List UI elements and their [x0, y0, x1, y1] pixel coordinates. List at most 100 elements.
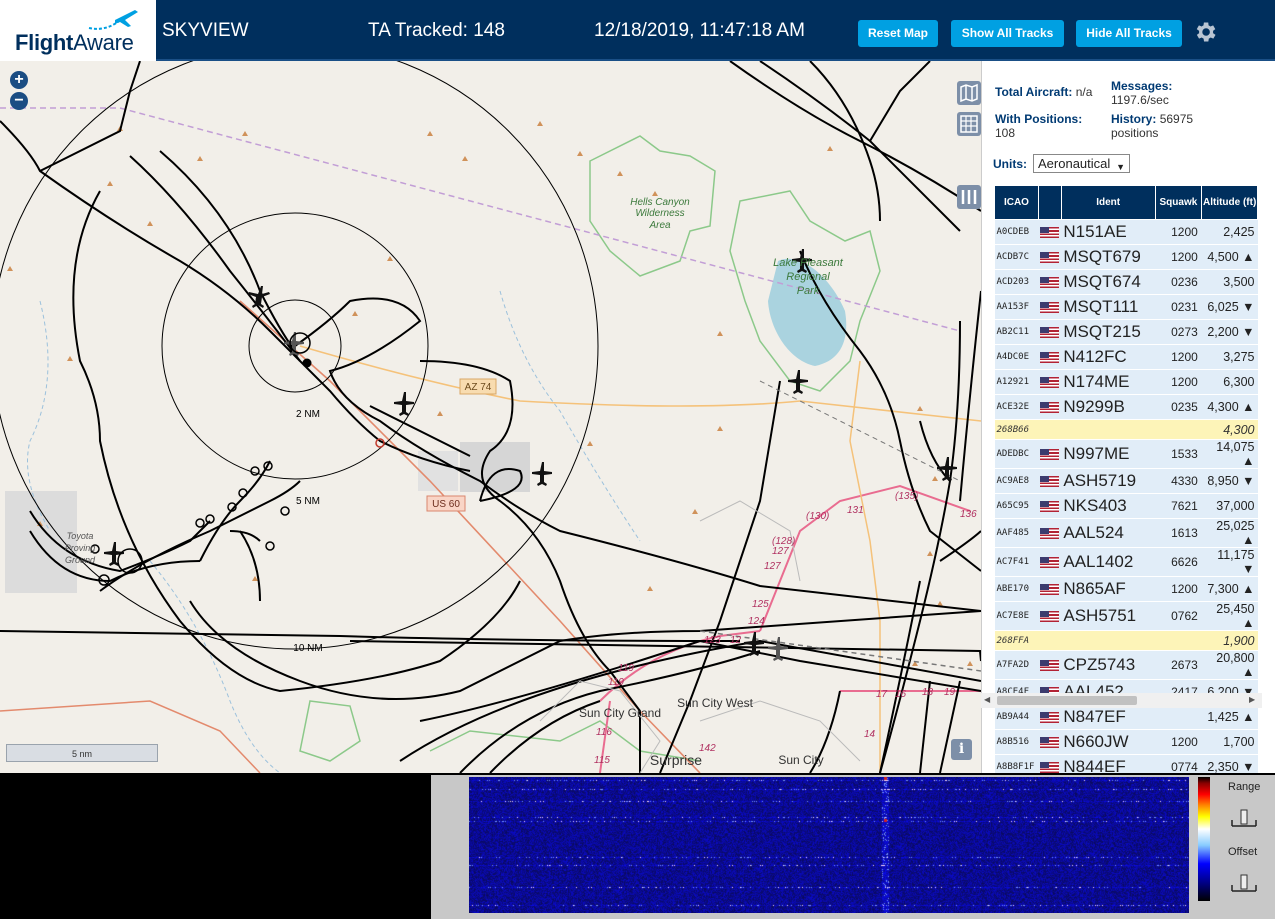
- altitude-cell: 14,075 ▲: [1201, 439, 1258, 469]
- table-row[interactable]: ACDB7C MSQT679 1200 4,500 ▲: [994, 244, 1258, 270]
- us-flag-icon: [1040, 611, 1060, 623]
- gear-icon[interactable]: [1192, 19, 1218, 45]
- table-row[interactable]: ACD203 MSQT674 0236 3,500: [994, 269, 1258, 295]
- table-row[interactable]: 268FFA 1,900: [994, 630, 1258, 651]
- svg-text:127: 127: [772, 546, 789, 557]
- ring-2nm-label: 2 NM: [296, 409, 320, 420]
- altitude-cell: 20,800 ▲: [1201, 650, 1258, 680]
- hells-canyon-label-2: Wilderness: [635, 208, 684, 219]
- squawk-cell: 0235: [1155, 394, 1202, 420]
- show-all-tracks-button[interactable]: Show All Tracks: [951, 20, 1064, 47]
- table-row[interactable]: AB9A44 N847EF 1,425 ▲: [994, 704, 1258, 730]
- table-row[interactable]: ACE32E N9299B 0235 4,300 ▲: [994, 394, 1258, 420]
- table-row[interactable]: A7FA2D CPZ5743 2673 20,800 ▲: [994, 650, 1258, 680]
- flag-cell: [1038, 493, 1062, 519]
- aircraft-icon: [788, 370, 808, 394]
- svg-text:136: 136: [960, 509, 977, 520]
- toyota-label-1: Toyota: [67, 531, 94, 541]
- map-view[interactable]: Hells Canyon Wilderness Area Lake Pleasa…: [0, 61, 981, 773]
- icao-cell: A8B8F1F: [994, 754, 1039, 773]
- hide-all-tracks-button[interactable]: Hide All Tracks: [1076, 20, 1182, 47]
- squawk-cell: 1200: [1155, 576, 1202, 602]
- ident-cell: N844EF: [1061, 754, 1156, 773]
- map-layers-icon[interactable]: [957, 81, 981, 105]
- map-canvas[interactable]: Hells Canyon Wilderness Area Lake Pleasa…: [0, 61, 981, 773]
- flag-cell: [1038, 704, 1062, 730]
- units-select[interactable]: Aeronautical ▼: [1033, 154, 1130, 173]
- altitude-cell: 2,200 ▼: [1201, 319, 1258, 345]
- hscroll-thumb[interactable]: [997, 696, 1137, 705]
- us-flag-icon: [1040, 737, 1060, 749]
- us-flag-icon: [1040, 327, 1060, 339]
- horizontal-scrollbar[interactable]: ◀ ▶: [981, 693, 1262, 708]
- col-icao[interactable]: ICAO: [994, 185, 1039, 220]
- table-row[interactable]: ABE170 N865AF 1200 7,300 ▲: [994, 576, 1258, 602]
- svg-text:17: 17: [876, 689, 888, 700]
- altitude-cell: 4,500 ▲: [1201, 244, 1258, 270]
- reset-map-button[interactable]: Reset Map: [858, 20, 938, 47]
- svg-text:119: 119: [608, 677, 624, 688]
- flag-cell: [1038, 439, 1062, 469]
- flag-cell: [1038, 729, 1062, 755]
- history: History: 56975 positions: [1111, 112, 1193, 140]
- svg-text:115: 115: [594, 755, 610, 766]
- flag-cell: [1038, 319, 1062, 345]
- scale-bar: 5 nm: [6, 744, 158, 762]
- table-row[interactable]: AAF485 AAL524 1613 25,025 ▲: [994, 518, 1258, 548]
- zoom-in-button[interactable]: +: [10, 71, 28, 89]
- table-row[interactable]: A8B8F1F N844EF 0774 2,350 ▼: [994, 754, 1258, 773]
- altitude-cell: 7,300 ▲: [1201, 576, 1258, 602]
- table-row[interactable]: AC7F41 AAL1402 6626 11,175 ▼: [994, 547, 1258, 577]
- icao-cell: ACD203: [994, 269, 1039, 295]
- table-row[interactable]: A8B516 N660JW 1200 1,700: [994, 729, 1258, 755]
- columns-toggle-icon[interactable]: [957, 185, 981, 209]
- flag-cell: [1038, 601, 1062, 631]
- table-row[interactable]: A4DC0E N412FC 1200 3,275: [994, 344, 1258, 370]
- squawk-cell: 0774: [1155, 754, 1202, 773]
- table-row[interactable]: 268B66 4,300: [994, 419, 1258, 440]
- svg-text:127: 127: [764, 561, 781, 572]
- squawk-cell: [1155, 630, 1202, 651]
- us-flag-icon: [1040, 227, 1060, 239]
- icao-cell: AC7F41: [994, 547, 1039, 577]
- surprise-label: Surprise: [650, 752, 702, 768]
- table-row[interactable]: AB2C11 MSQT215 0273 2,200 ▼: [994, 319, 1258, 345]
- squawk-cell: 6626: [1155, 547, 1202, 577]
- table-row[interactable]: AC7E8E ASH5751 0762 25,450 ▲: [994, 601, 1258, 631]
- table-row[interactable]: A0CDEB N151AE 1200 2,425: [994, 219, 1258, 245]
- table-row[interactable]: AC9AE8 ASH5719 4330 8,950 ▼: [994, 468, 1258, 494]
- col-altitude[interactable]: Altitude (ft): [1201, 185, 1258, 220]
- altitude-cell: 4,300: [1201, 419, 1258, 440]
- grid-toggle-icon[interactable]: [957, 112, 981, 136]
- col-ident[interactable]: Ident: [1060, 185, 1156, 220]
- scroll-right-icon[interactable]: ▶: [1249, 695, 1255, 704]
- history-label: History:: [1111, 112, 1157, 126]
- table-row[interactable]: A12921 N174ME 1200 6,300: [994, 369, 1258, 395]
- flightaware-logo[interactable]: FlightAware: [0, 0, 156, 61]
- svg-text:116: 116: [596, 727, 612, 738]
- table-row[interactable]: AA153F MSQT111 0231 6,025 ▼: [994, 294, 1258, 320]
- lake-label-1: Lake Pleasant: [773, 257, 844, 269]
- squawk-cell: 0762: [1155, 601, 1202, 631]
- info-button[interactable]: i: [951, 739, 972, 760]
- ident-cell: N997ME: [1061, 439, 1156, 469]
- total-aircraft-value: n/a: [1075, 85, 1093, 99]
- flag-cell: [1038, 630, 1062, 651]
- flag-cell: [1038, 650, 1062, 680]
- scroll-left-icon[interactable]: ◀: [984, 695, 990, 704]
- with-positions: With Positions: 108: [995, 112, 1082, 140]
- table-row[interactable]: A65C95 NKS403 7621 37,000: [994, 493, 1258, 519]
- zoom-out-button[interactable]: −: [10, 92, 28, 110]
- altitude-cell: 11,175 ▼: [1201, 547, 1258, 577]
- offset-slider[interactable]: [1230, 871, 1258, 897]
- col-flag[interactable]: [1037, 185, 1062, 220]
- ident-cell: MSQT111: [1061, 294, 1156, 320]
- icao-cell: AB9A44: [994, 704, 1039, 730]
- col-squawk[interactable]: Squawk: [1154, 185, 1203, 220]
- range-slider[interactable]: [1230, 806, 1258, 832]
- table-row[interactable]: ADEDBC N997ME 1533 14,075 ▲: [994, 439, 1258, 469]
- route-numbers: (130) 131 (135) 136 (128) 127 127 125 12…: [594, 491, 977, 766]
- svg-text:119: 119: [618, 663, 634, 674]
- flag-cell: [1038, 344, 1062, 370]
- toyota-label-2: Proving: [65, 543, 96, 553]
